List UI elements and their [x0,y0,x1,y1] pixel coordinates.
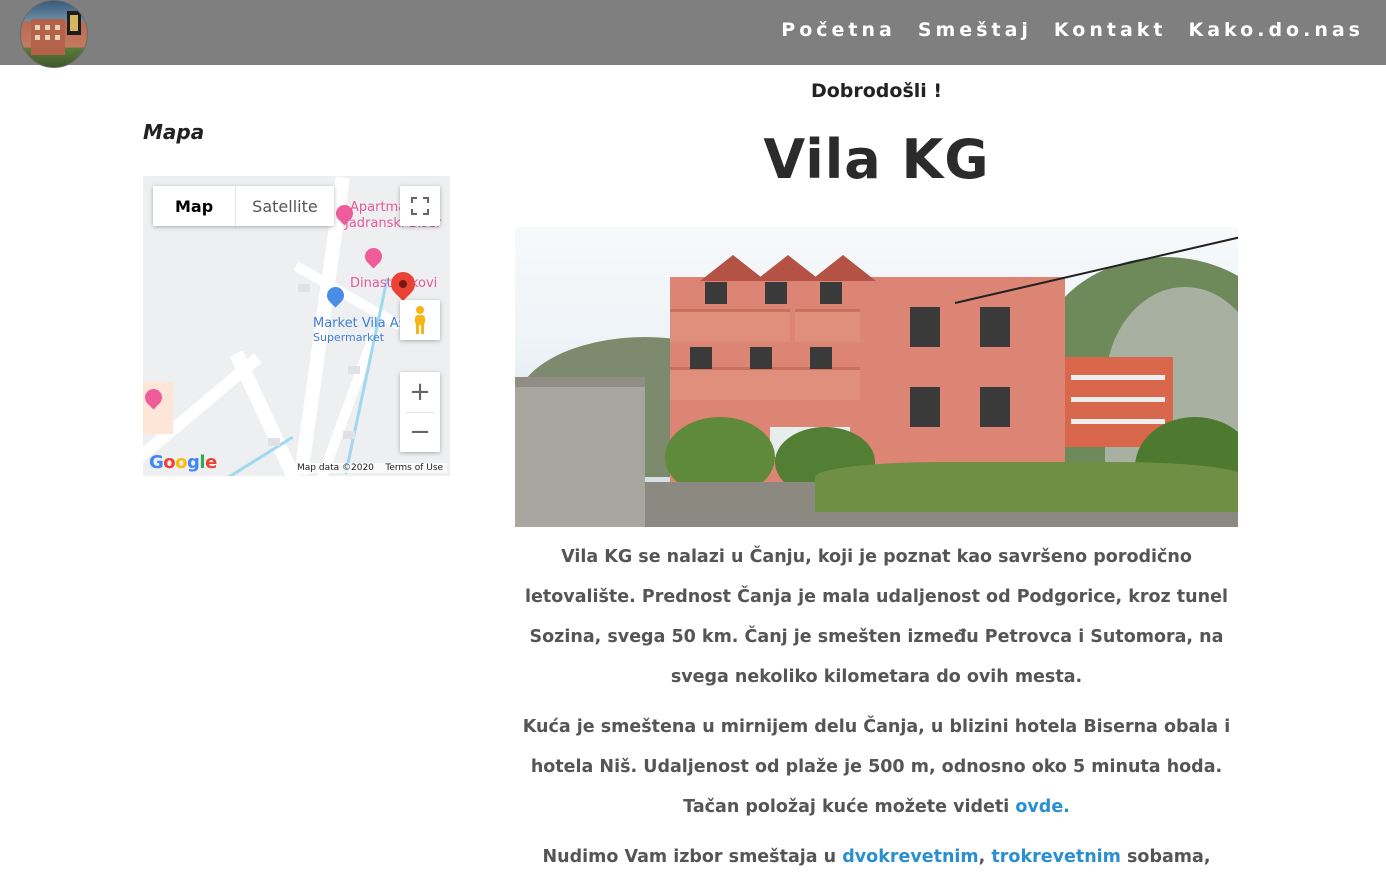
location-text: Kuća je smeštena u mirnijem delu Čanja, … [522,717,1231,817]
photo-wall [515,377,645,527]
accommodation-paragraph: Nudimo Vam izbor smeštaja u dvokrevetnim… [515,837,1238,877]
site-logo[interactable] [20,0,88,68]
google-map[interactable]: Apartma Jadranski Biser Dinasti Ivkovi M… [143,176,450,476]
map-type-map-button[interactable]: Map [153,186,237,226]
hotel-marker-icon[interactable] [361,244,386,269]
terms-of-use-link[interactable]: Terms of Use [385,463,443,473]
location-pin-icon[interactable] [386,267,420,301]
map-label-market: Market Vila As [313,316,406,331]
zoom-out-button[interactable]: − [400,412,440,452]
main-nav: Početna Smeštaj Kontakt Kako.do.nas [781,19,1364,41]
accommodation-text: Nudimo Vam izbor smeštaja u [542,847,843,867]
map-block [268,438,280,446]
map-block [298,284,310,292]
top-navigation-bar: Početna Smeštaj Kontakt Kako.do.nas [0,0,1386,68]
nav-item-pocetna[interactable]: Početna [781,19,896,41]
map-attribution: Map data ©2020 Terms of Use [293,463,448,473]
map-section-title: Mapa [143,120,205,144]
villa-photo [515,227,1238,527]
nav-item-kako-do-nas[interactable]: Kako.do.nas [1189,19,1364,41]
accommodation-separator: , [978,847,992,867]
accommodation-tail: sobama, [1120,847,1211,867]
street-view-button[interactable] [400,300,440,340]
pegman-icon [415,306,425,334]
photo-wall-top [515,377,645,387]
zoom-in-button[interactable]: + [400,372,440,412]
map-label-apartment: Apartma [350,200,407,215]
fullscreen-icon [411,197,429,215]
double-room-link[interactable]: dvokrevetnim [842,847,978,867]
fullscreen-button[interactable] [400,186,440,226]
map-block [348,366,360,374]
map-label-market-type: Supermarket [313,331,385,344]
map-type-control: Map Satellite [153,186,334,226]
triple-room-link[interactable]: trokrevetnim [991,847,1121,867]
nav-item-kontakt[interactable]: Kontakt [1054,19,1167,41]
location-link[interactable]: ovde. [1015,797,1069,817]
intro-paragraph: Vila KG se nalazi u Čanju, koji je pozna… [525,547,1228,687]
map-data-text: Map data ©2020 [297,463,374,473]
photo-grass [815,462,1238,512]
nav-item-smestaj[interactable]: Smeštaj [918,19,1032,41]
zoom-control: + − [400,372,440,452]
google-logo[interactable]: Google [149,452,217,473]
map-block [343,431,355,439]
location-paragraph: Kuća je smeštena u mirnijem delu Čanja, … [515,707,1238,827]
map-type-satellite-button[interactable]: Satellite [236,186,334,226]
page-title: Vila KG [763,128,990,191]
welcome-text: Dobrodošli ! [810,80,943,102]
